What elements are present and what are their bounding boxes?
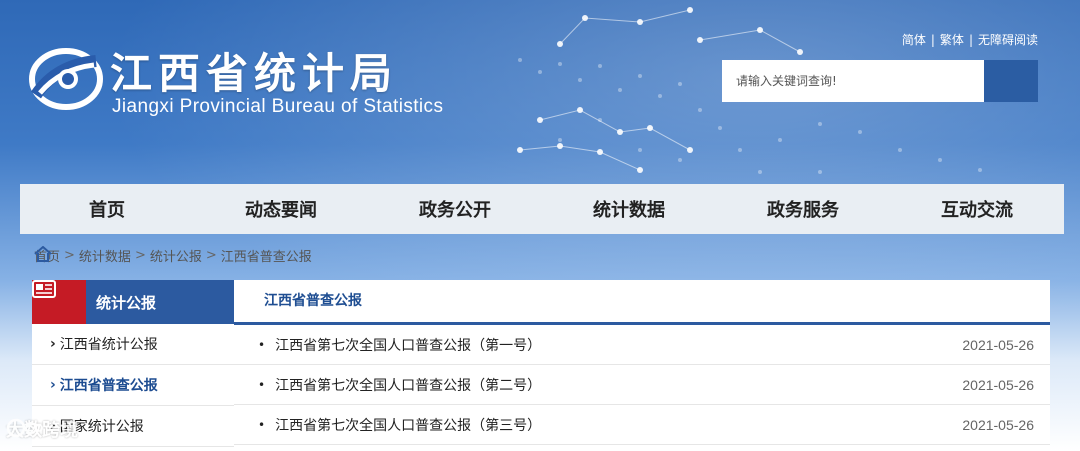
nav-item-government-affairs[interactable]: 政务公开 — [368, 196, 542, 222]
list-item-date: 2021-05-26 — [962, 376, 1034, 393]
sidebar-item-provincial-bulletin[interactable]: › 江西省统计公报 — [32, 324, 234, 365]
sidebar-item-census-bulletin[interactable]: › 江西省普查公报 — [32, 365, 234, 406]
breadcrumb: 首页 > 统计数据 > 统计公报 > 江西省普查公报 — [34, 246, 312, 265]
nav-item-news[interactable]: 动态要闻 — [194, 196, 368, 222]
nav-item-statistics-data[interactable]: 统计数据 — [542, 196, 716, 222]
content-panel: 江西省普查公报 • 江西省第七次全国人口普查公报（第一号） 2021-05-26… — [234, 280, 1050, 451]
lang-separator: | — [930, 33, 935, 47]
bullet-icon: • — [258, 337, 266, 352]
lang-simplified-link[interactable]: 简体 — [902, 33, 926, 47]
sidebar-badge — [32, 280, 86, 324]
nav-item-services[interactable]: 政务服务 — [716, 196, 890, 222]
sidebar-title: 统计公报 — [96, 293, 157, 312]
watermark-logo-icon — [6, 418, 43, 438]
breadcrumb-bulletins-link[interactable]: 统计公报 — [150, 246, 202, 265]
breadcrumb-statistics-data-link[interactable]: 统计数据 — [79, 246, 131, 265]
search-button[interactable] — [723, 60, 1038, 102]
search-icon — [723, 61, 742, 80]
newspaper-icon — [32, 280, 56, 298]
site-title: 江西省统计局 — [110, 49, 399, 98]
bureau-logo-icon — [26, 45, 104, 113]
watermark: 大数跨境 — [6, 416, 78, 442]
breadcrumb-separator: > — [134, 248, 146, 263]
sidebar-item-label: 江西省统计公报 — [59, 337, 158, 353]
accessibility-link[interactable]: 无障碍阅读 — [978, 33, 1038, 47]
list-item-date: 2021-05-26 — [962, 416, 1034, 433]
chevron-right-icon: › — [50, 377, 56, 393]
sidebar-item-label: 江西省普查公报 — [59, 378, 158, 394]
lang-traditional-link[interactable]: 繁体 — [940, 33, 964, 47]
breadcrumb-separator: > — [64, 248, 75, 263]
list-item-title[interactable]: 江西省第七次全国人口普查公报（第一号） — [275, 335, 962, 355]
list-item-date: 2021-05-26 — [962, 336, 1034, 353]
nav-item-home[interactable]: 首页 — [20, 196, 194, 222]
lang-separator: | — [968, 33, 973, 47]
breadcrumb-separator: > — [205, 248, 217, 263]
list-item: • 江西省第七次全国人口普查公报（第二号） 2021-05-26 — [234, 365, 1050, 405]
list-item-title[interactable]: 江西省第七次全国人口普查公报（第二号） — [275, 375, 962, 395]
bullet-icon: • — [258, 377, 266, 392]
search-bar — [722, 60, 1038, 102]
site-subtitle: Jiangxi Provincial Bureau of Statistics — [112, 96, 444, 117]
header-banner: 江西省统计局 Jiangxi Provincial Bureau of Stat… — [0, 0, 1080, 451]
chevron-right-icon: › — [50, 336, 56, 352]
content-section-title: 江西省普查公报 — [234, 280, 1050, 325]
list-item-title[interactable]: 江西省第七次全国人口普查公报（第三号） — [275, 415, 962, 435]
list-item: • 江西省第七次全国人口普查公报（第一号） 2021-05-26 — [234, 325, 1050, 365]
list-item: • 江西省第七次全国人口普查公报（第三号） 2021-05-26 — [234, 405, 1050, 445]
breadcrumb-current: 江西省普查公报 — [220, 250, 312, 265]
sidebar-header: 统计公报 — [32, 280, 234, 324]
main-nav: 首页 动态要闻 政务公开 统计数据 政务服务 互动交流 — [20, 184, 1064, 234]
bullet-icon: • — [258, 417, 266, 432]
language-switcher: 简体 | 繁体 | 无障碍阅读 — [902, 31, 1038, 48]
nav-item-interaction[interactable]: 互动交流 — [890, 196, 1064, 222]
search-input[interactable] — [722, 60, 984, 102]
home-icon — [34, 246, 52, 262]
